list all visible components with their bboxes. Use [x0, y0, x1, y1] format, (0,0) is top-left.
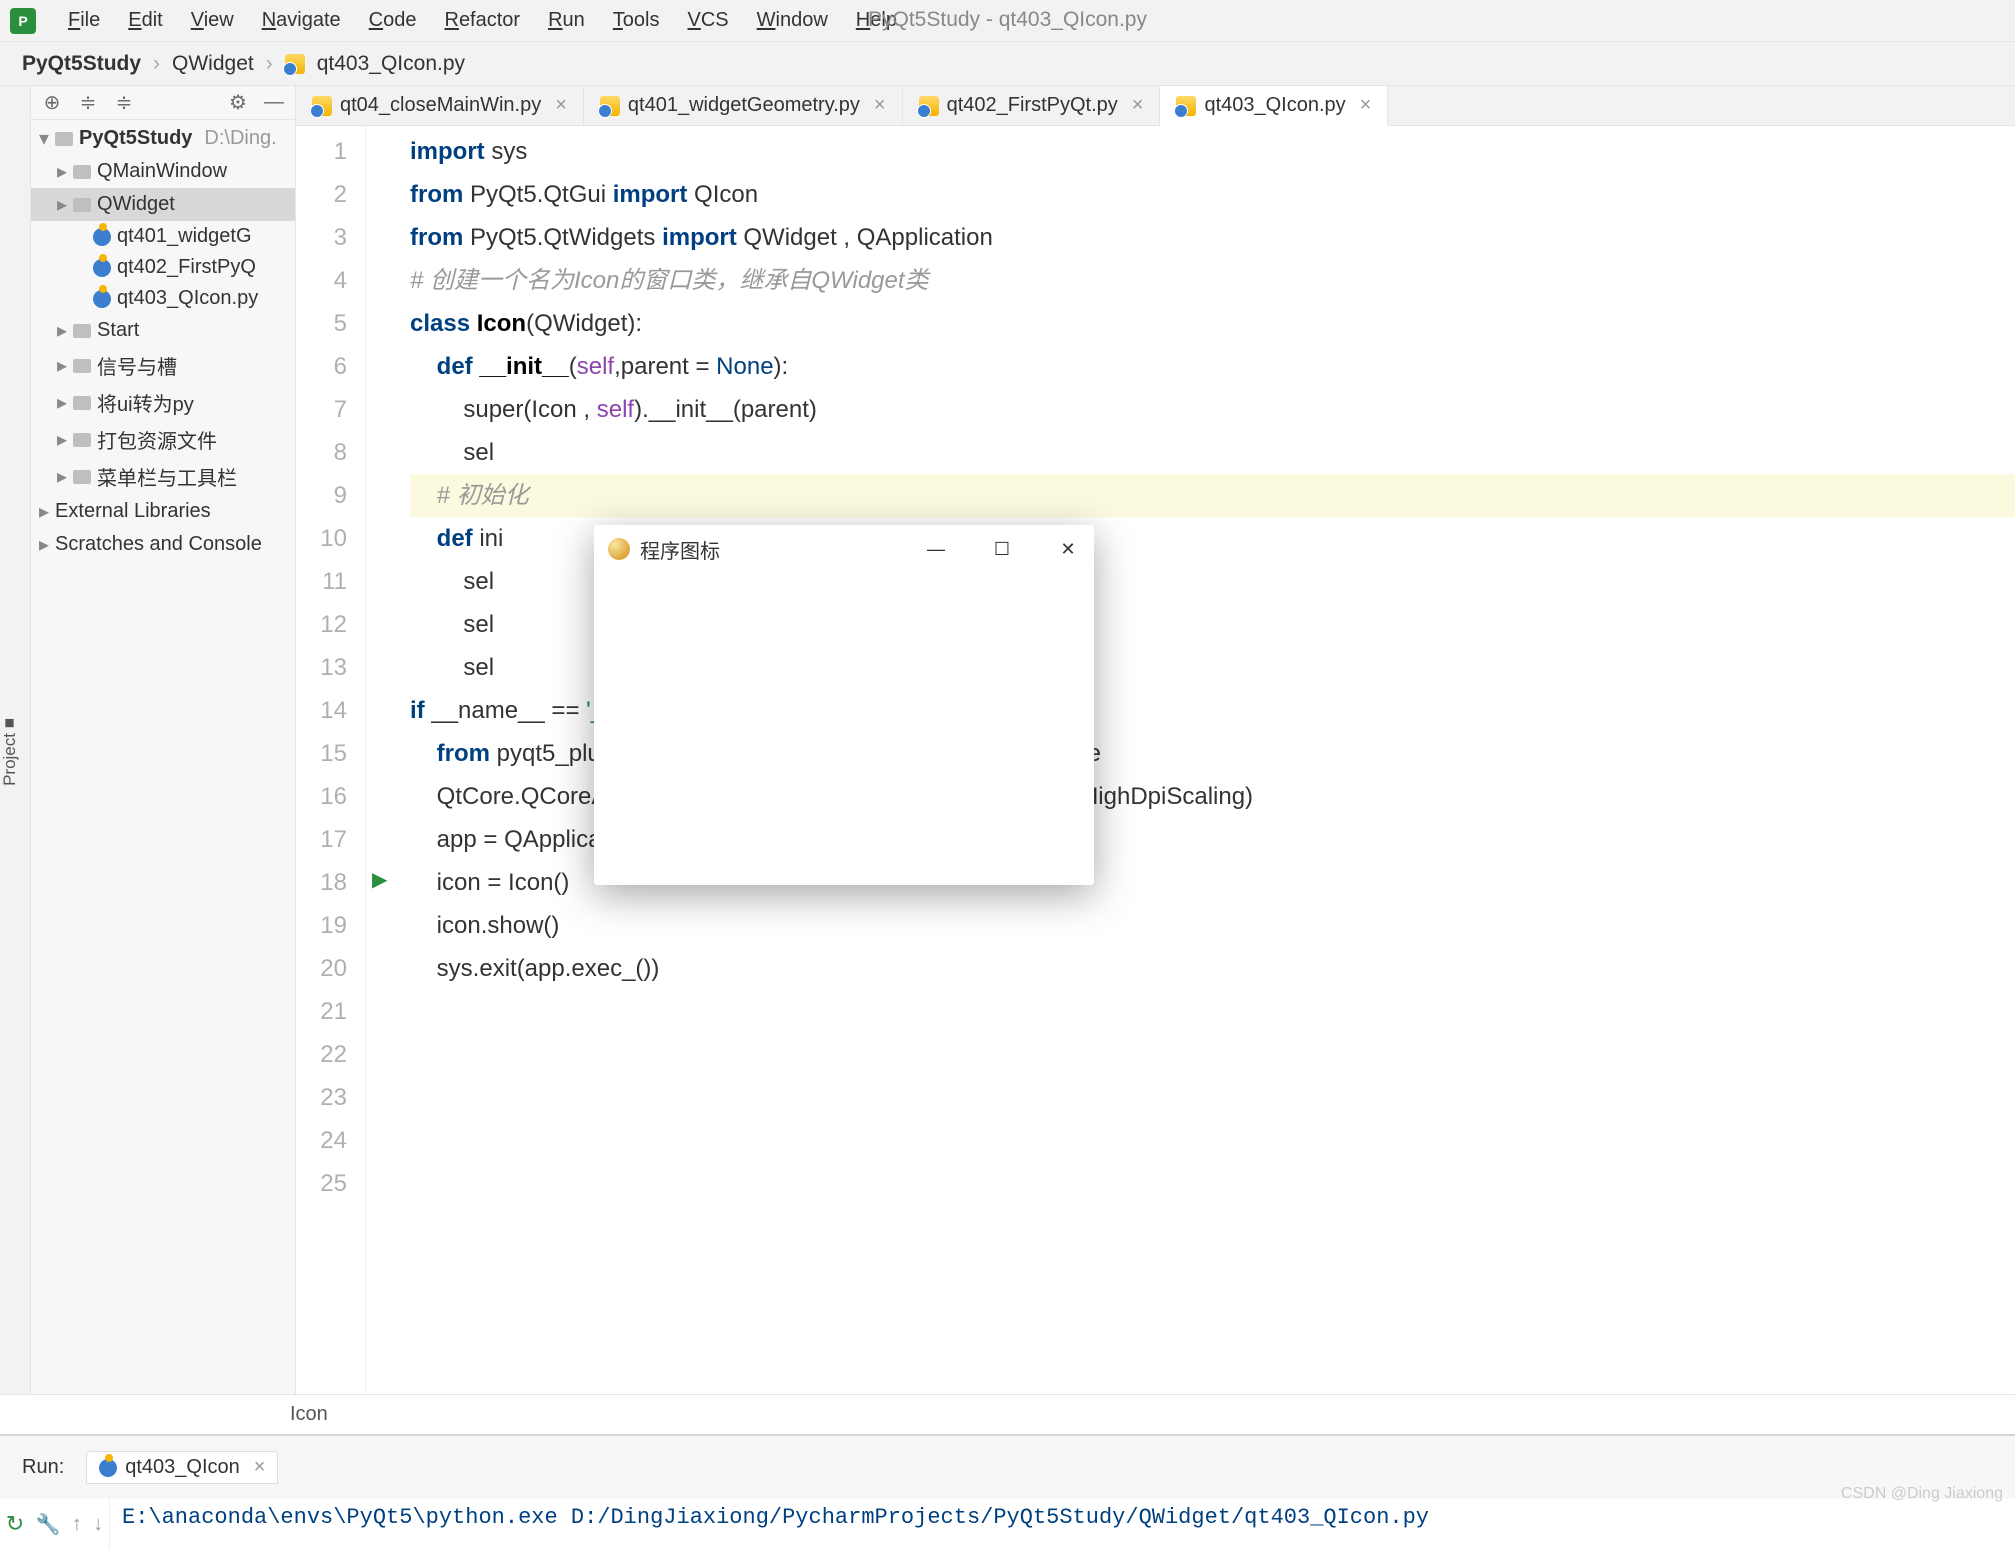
python-file-icon [93, 228, 111, 246]
dialog-app-icon [608, 538, 630, 560]
folder-icon [73, 396, 91, 410]
run-gutter-icon[interactable]: ▶ [372, 867, 387, 892]
tree-item[interactable]: ▸External Libraries [31, 495, 295, 528]
rerun-icon[interactable]: ↻ [6, 1511, 24, 1537]
dialog-titlebar[interactable]: 程序图标 — ☐ ✕ [594, 525, 1094, 573]
run-label: Run: [0, 1456, 86, 1479]
menu-refactor[interactable]: Refactor [430, 9, 534, 31]
run-output-panel: ↻ 🔧 ↑ ↓ E:\anaconda\envs\PyQt5\python.ex… [0, 1499, 2015, 1549]
close-icon[interactable]: × [1132, 94, 1144, 117]
project-sidebar: ⊕ ≑ ≑ ⚙ — ▾ PyQt5StudyD:\Ding. ▸QMainWin… [31, 86, 296, 1394]
minimize-icon[interactable]: — [924, 537, 948, 561]
watermark: CSDN @Ding Jiaxiong [1841, 1485, 2003, 1503]
folder-icon [73, 324, 91, 338]
menu-run[interactable]: Run [534, 9, 599, 31]
locate-icon[interactable]: ⊕ [41, 92, 63, 114]
python-file-icon [919, 96, 939, 116]
run-tab[interactable]: qt403_QIcon × [86, 1451, 278, 1484]
gear-icon[interactable]: ⚙ [227, 92, 249, 114]
tree-item[interactable]: ▸信号与槽 [31, 347, 295, 384]
python-icon [99, 1459, 117, 1477]
editor[interactable]: 1234567891011121314151617181920212223242… [296, 126, 2015, 1394]
breadcrumb: PyQt5Study › QWidget › qt403_QIcon.py [0, 42, 2015, 86]
tree-root[interactable]: ▾ PyQt5StudyD:\Ding. [31, 122, 295, 155]
up-arrow-icon[interactable]: ↑ [72, 1513, 82, 1536]
run-panel-header: Run: qt403_QIcon × [0, 1434, 2015, 1499]
gutter-marks: ▶ [366, 126, 400, 1394]
tree-item[interactable]: qt402_FirstPyQ [31, 252, 295, 283]
close-icon[interactable]: × [1360, 94, 1372, 117]
close-icon[interactable]: × [874, 94, 886, 117]
dialog-title: 程序图标 [640, 535, 720, 564]
pyqt-dialog[interactable]: 程序图标 — ☐ ✕ [594, 525, 1094, 885]
menu-vcs[interactable]: VCS [674, 9, 743, 31]
editor-tab[interactable]: qt403_QIcon.py× [1160, 86, 1388, 126]
close-icon[interactable]: × [254, 1456, 266, 1479]
tree-item[interactable]: ▸菜单栏与工具栏 [31, 458, 295, 495]
sidebar-toolbar: ⊕ ≑ ≑ ⚙ — [31, 86, 295, 120]
chevron-right-icon: › [266, 52, 273, 76]
editor-tab[interactable]: qt402_FirstPyQt.py× [903, 86, 1161, 125]
chevron-right-icon: › [153, 52, 160, 76]
menubar: P FileEditViewNavigateCodeRefactorRunToo… [0, 0, 2015, 42]
close-icon[interactable]: × [555, 94, 567, 117]
tree-item[interactable]: ▸将ui转为py [31, 384, 295, 421]
folder-icon [73, 198, 91, 212]
editor-tabs: qt04_closeMainWin.py×qt401_widgetGeometr… [296, 86, 2015, 126]
tree-item[interactable]: qt403_QIcon.py [31, 283, 295, 314]
tree-item[interactable]: ▸QWidget [31, 188, 295, 221]
folder-icon [73, 359, 91, 373]
project-tool-rail[interactable]: ■ Project [0, 86, 31, 1394]
menu-navigate[interactable]: Navigate [248, 9, 355, 31]
python-file-icon [285, 54, 305, 74]
wrench-icon[interactable]: 🔧 [36, 1512, 61, 1537]
close-icon[interactable]: ✕ [1056, 537, 1080, 561]
ide-logo-icon: P [10, 8, 36, 34]
menu-file[interactable]: File [54, 9, 114, 31]
breadcrumb-root[interactable]: PyQt5Study [22, 52, 141, 76]
menu-tools[interactable]: Tools [599, 9, 674, 31]
breadcrumb-mid[interactable]: QWidget [172, 52, 254, 76]
editor-breadcrumb: Icon [0, 1394, 2015, 1434]
menu-view[interactable]: View [177, 9, 248, 31]
tree-item[interactable]: ▸Start [31, 314, 295, 347]
folder-icon [73, 165, 91, 179]
breadcrumb-file[interactable]: qt403_QIcon.py [317, 52, 465, 76]
folder-icon [73, 433, 91, 447]
expand-icon[interactable]: ≑ [77, 92, 99, 114]
python-file-icon [93, 259, 111, 277]
menu-edit[interactable]: Edit [114, 9, 176, 31]
python-file-icon [1176, 96, 1196, 116]
menu-window[interactable]: Window [743, 9, 842, 31]
tree-item[interactable]: qt401_widgetG [31, 221, 295, 252]
window-title: PyQt5Study - qt403_QIcon.py [868, 8, 1147, 32]
run-output[interactable]: E:\anaconda\envs\PyQt5\python.exe D:/Din… [110, 1499, 2015, 1549]
gutter: 1234567891011121314151617181920212223242… [296, 126, 366, 1394]
tree-item[interactable]: ▸QMainWindow [31, 155, 295, 188]
collapse-icon[interactable]: ≑ [113, 92, 135, 114]
python-file-icon [600, 96, 620, 116]
editor-tab[interactable]: qt401_widgetGeometry.py× [584, 86, 903, 125]
tree-item[interactable]: ▸Scratches and Console [31, 528, 295, 561]
folder-icon [73, 470, 91, 484]
menu-code[interactable]: Code [355, 9, 431, 31]
python-file-icon [93, 290, 111, 308]
python-file-icon [312, 96, 332, 116]
run-side-tools: ↻ 🔧 ↑ ↓ [0, 1499, 110, 1549]
tree-item[interactable]: ▸打包资源文件 [31, 421, 295, 458]
maximize-icon[interactable]: ☐ [990, 537, 1014, 561]
hide-icon[interactable]: — [263, 92, 285, 114]
down-arrow-icon[interactable]: ↓ [93, 1513, 103, 1536]
editor-tab[interactable]: qt04_closeMainWin.py× [296, 86, 584, 125]
project-tree: ▾ PyQt5StudyD:\Ding. ▸QMainWindow▸QWidge… [31, 120, 295, 563]
